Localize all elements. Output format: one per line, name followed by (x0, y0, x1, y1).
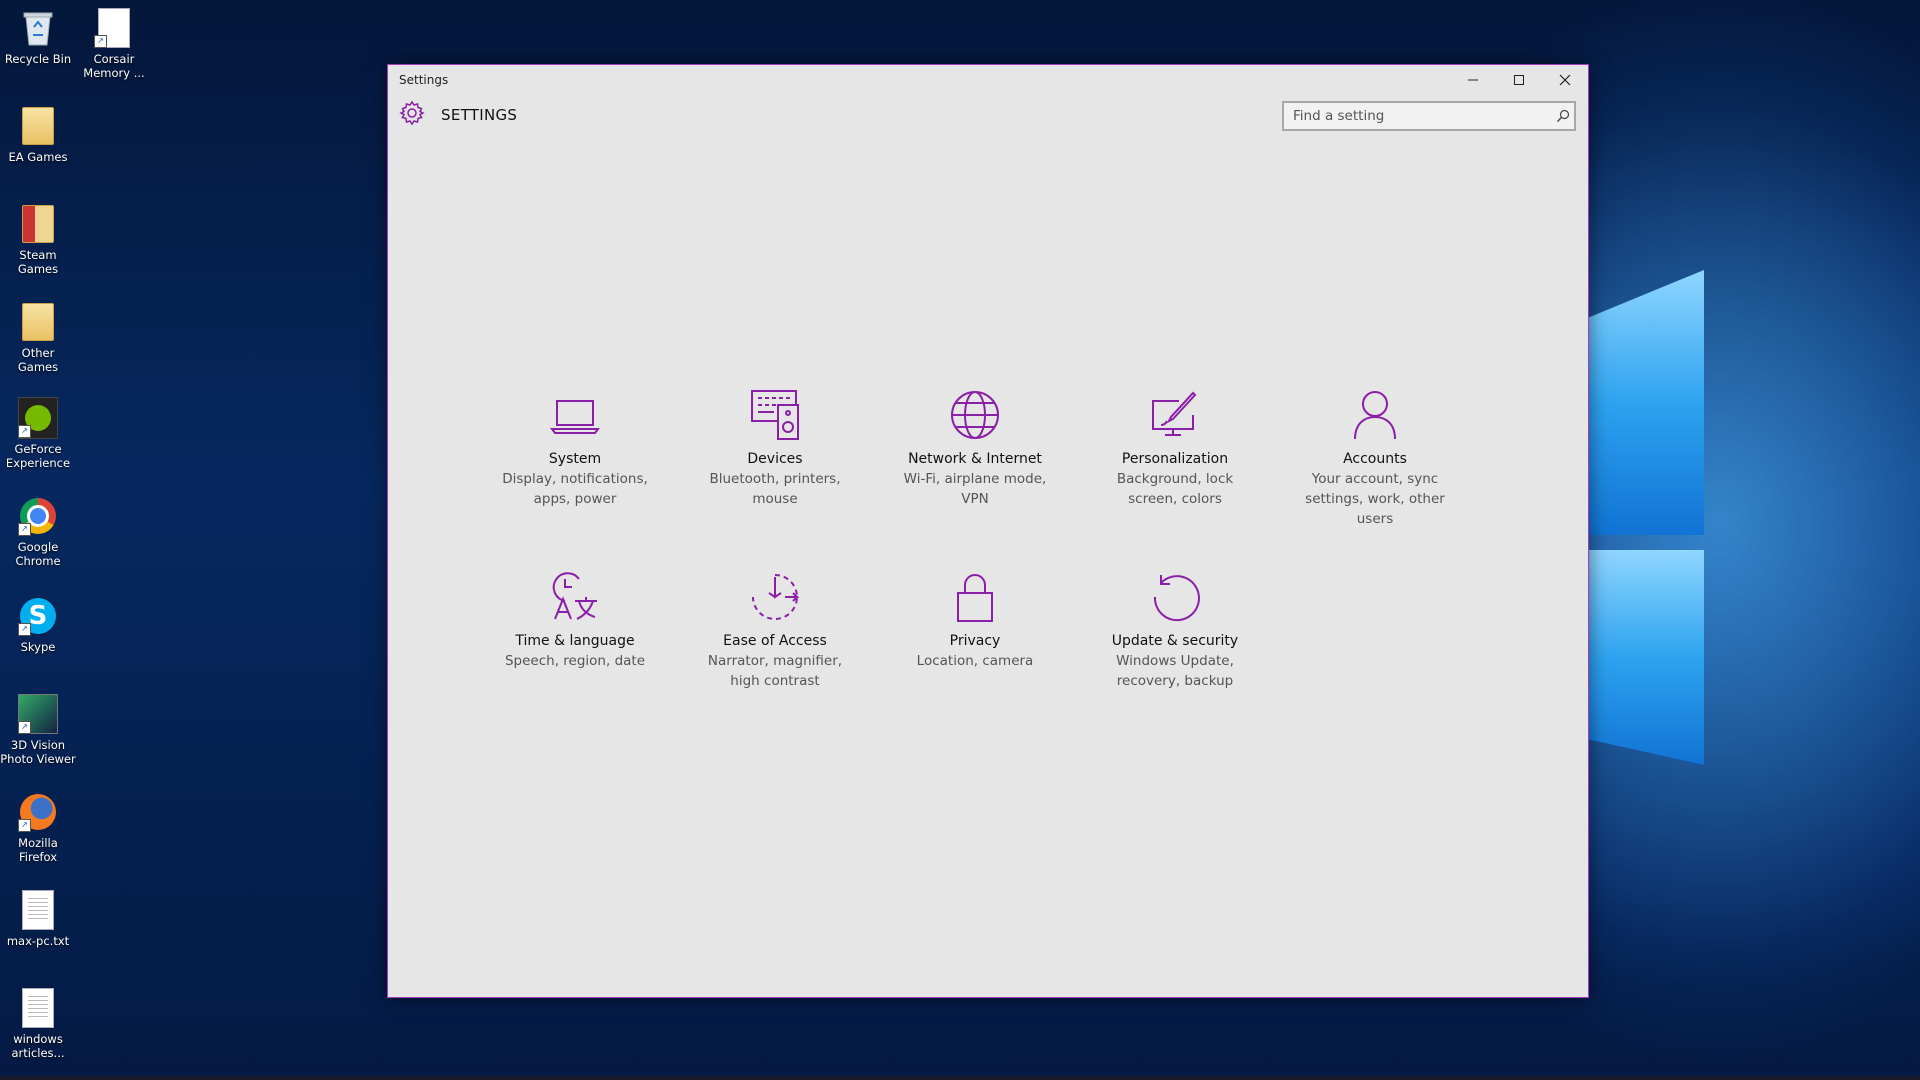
tile-network-internet[interactable]: Network & Internet Wi-Fi, airplane mode,… (875, 387, 1075, 529)
tile-devices[interactable]: Devices Bluetooth, printers, mouse (675, 387, 875, 529)
desktop-icon-geforce-experience[interactable]: ↗ GeForce Experience (0, 397, 76, 470)
desktop-icon-google-chrome[interactable]: ↗ Google Chrome (0, 496, 76, 568)
close-icon (1559, 74, 1571, 86)
search-input[interactable] (1284, 108, 1552, 124)
settings-categories-grid: System Display, notifications, apps, pow… (475, 387, 1475, 691)
desktop-icon-skype[interactable]: S ↗ Skype (0, 596, 76, 654)
folder-icon (18, 302, 58, 342)
tile-system[interactable]: System Display, notifications, apps, pow… (475, 387, 675, 529)
page-title: SETTINGS (441, 106, 518, 124)
window-title: Settings (399, 73, 449, 87)
tile-description: Bluetooth, printers, mouse (709, 471, 841, 507)
desktop-icon-label: max-pc.txt (6, 934, 70, 948)
tile-ease-of-access[interactable]: Ease of Access Narrator, magnifier, high… (675, 569, 875, 691)
tile-title: Network & Internet (908, 451, 1042, 467)
tile-description: Windows Update, recovery, backup (1116, 653, 1234, 689)
ease-of-access-icon (675, 569, 875, 625)
refresh-icon (1075, 569, 1275, 625)
gear-icon (399, 100, 425, 130)
desktop-icon-label: windows articles... (11, 1032, 65, 1060)
tile-title: System (548, 451, 602, 467)
time-language-icon (475, 569, 675, 625)
tile-title: Personalization (1121, 451, 1229, 467)
taskbar-edge (0, 1076, 1920, 1080)
recycle-bin-icon (18, 8, 58, 48)
tile-personalization[interactable]: Personalization Background, lock screen,… (1075, 387, 1275, 529)
desktop-icon-ea-games[interactable]: EA Games (0, 106, 76, 164)
folder-icon (18, 204, 58, 244)
desktop-icon-windows-articles[interactable]: windows articles... (0, 988, 76, 1060)
tile-title: Devices (747, 451, 803, 467)
desktop-icon-label: 3D Vision Photo Viewer (0, 738, 76, 766)
globe-icon (875, 387, 1075, 443)
skype-icon: S ↗ (18, 596, 58, 636)
tile-title: Time & language (515, 633, 635, 649)
tile-title: Update & security (1111, 633, 1239, 649)
document-icon: ↗ (94, 8, 134, 48)
desktop-icon-recycle-bin[interactable]: Recycle Bin (0, 8, 76, 66)
maximize-button[interactable] (1496, 65, 1542, 95)
desktop-icon-label: Skype (20, 640, 56, 654)
tile-description: Wi-Fi, airplane mode, VPN (903, 471, 1047, 507)
tile-description: Your account, sync settings, work, other… (1305, 471, 1445, 527)
firefox-icon: ↗ (18, 792, 58, 832)
title-bar[interactable]: Settings (388, 65, 1588, 95)
desktop-icon-corsair-memory[interactable]: ↗ Corsair Memory ... (76, 8, 152, 80)
minimize-button[interactable] (1450, 65, 1496, 95)
tile-privacy[interactable]: Privacy Location, camera (875, 569, 1075, 691)
chrome-icon: ↗ (18, 496, 58, 536)
tile-title: Privacy (949, 633, 1001, 649)
tile-description: Location, camera (916, 653, 1034, 669)
tile-description: Narrator, magnifier, high contrast (707, 653, 843, 689)
tile-accounts[interactable]: Accounts Your account, sync settings, wo… (1275, 387, 1475, 529)
close-button[interactable] (1542, 65, 1588, 95)
3d-vision-icon: ↗ (18, 694, 58, 734)
search-box[interactable] (1282, 101, 1576, 131)
laptop-icon (475, 387, 675, 443)
tile-title: Ease of Access (723, 633, 827, 649)
geforce-icon: ↗ (18, 397, 58, 439)
lock-icon (875, 569, 1075, 625)
tile-time-language[interactable]: Time & language Speech, region, date (475, 569, 675, 691)
tile-description: Background, lock screen, colors (1116, 471, 1234, 507)
minimize-icon (1468, 79, 1478, 81)
desktop-icon-label: Other Games (17, 346, 59, 374)
maximize-icon (1514, 75, 1524, 85)
desktop-icon-label: Google Chrome (15, 540, 61, 568)
desktop-icon-label: Steam Games (17, 248, 59, 276)
windows-logo-bottom-pane (1588, 550, 1704, 765)
desktop-icon-label: Recycle Bin (4, 52, 72, 66)
text-file-icon (18, 890, 58, 930)
desktop-icon-max-pc-txt[interactable]: max-pc.txt (0, 890, 76, 948)
tile-update-security[interactable]: Update & security Windows Update, recove… (1075, 569, 1275, 691)
desktop-icon-other-games[interactable]: Other Games (0, 302, 76, 374)
tile-description: Display, notifications, apps, power (502, 471, 648, 507)
settings-header: SETTINGS (388, 95, 1588, 135)
tile-description: Speech, region, date (504, 653, 646, 669)
window-controls (1450, 65, 1588, 95)
person-icon (1275, 387, 1475, 443)
desktop-icon-mozilla-firefox[interactable]: ↗ Mozilla Firefox (0, 792, 76, 864)
text-file-icon (18, 988, 58, 1028)
settings-window: Settings SETTINGS Find a setting System … (387, 64, 1589, 998)
paintbrush-icon (1075, 387, 1275, 443)
tile-title: Accounts (1343, 451, 1407, 467)
folder-icon (18, 106, 58, 146)
desktop-icon-steam-games[interactable]: Steam Games (0, 204, 76, 276)
desktop-icon-3d-vision-photo-viewer[interactable]: ↗ 3D Vision Photo Viewer (0, 694, 76, 766)
desktop-icon-label: GeForce Experience (5, 442, 71, 470)
desktop-icon-label: EA Games (8, 150, 68, 164)
desktop-icon-label: Corsair Memory ... (83, 52, 145, 80)
desktop-icon-label: Mozilla Firefox (18, 836, 58, 864)
windows-logo-top-pane (1588, 270, 1704, 535)
devices-icon (675, 387, 875, 443)
search-icon[interactable] (1552, 105, 1574, 127)
